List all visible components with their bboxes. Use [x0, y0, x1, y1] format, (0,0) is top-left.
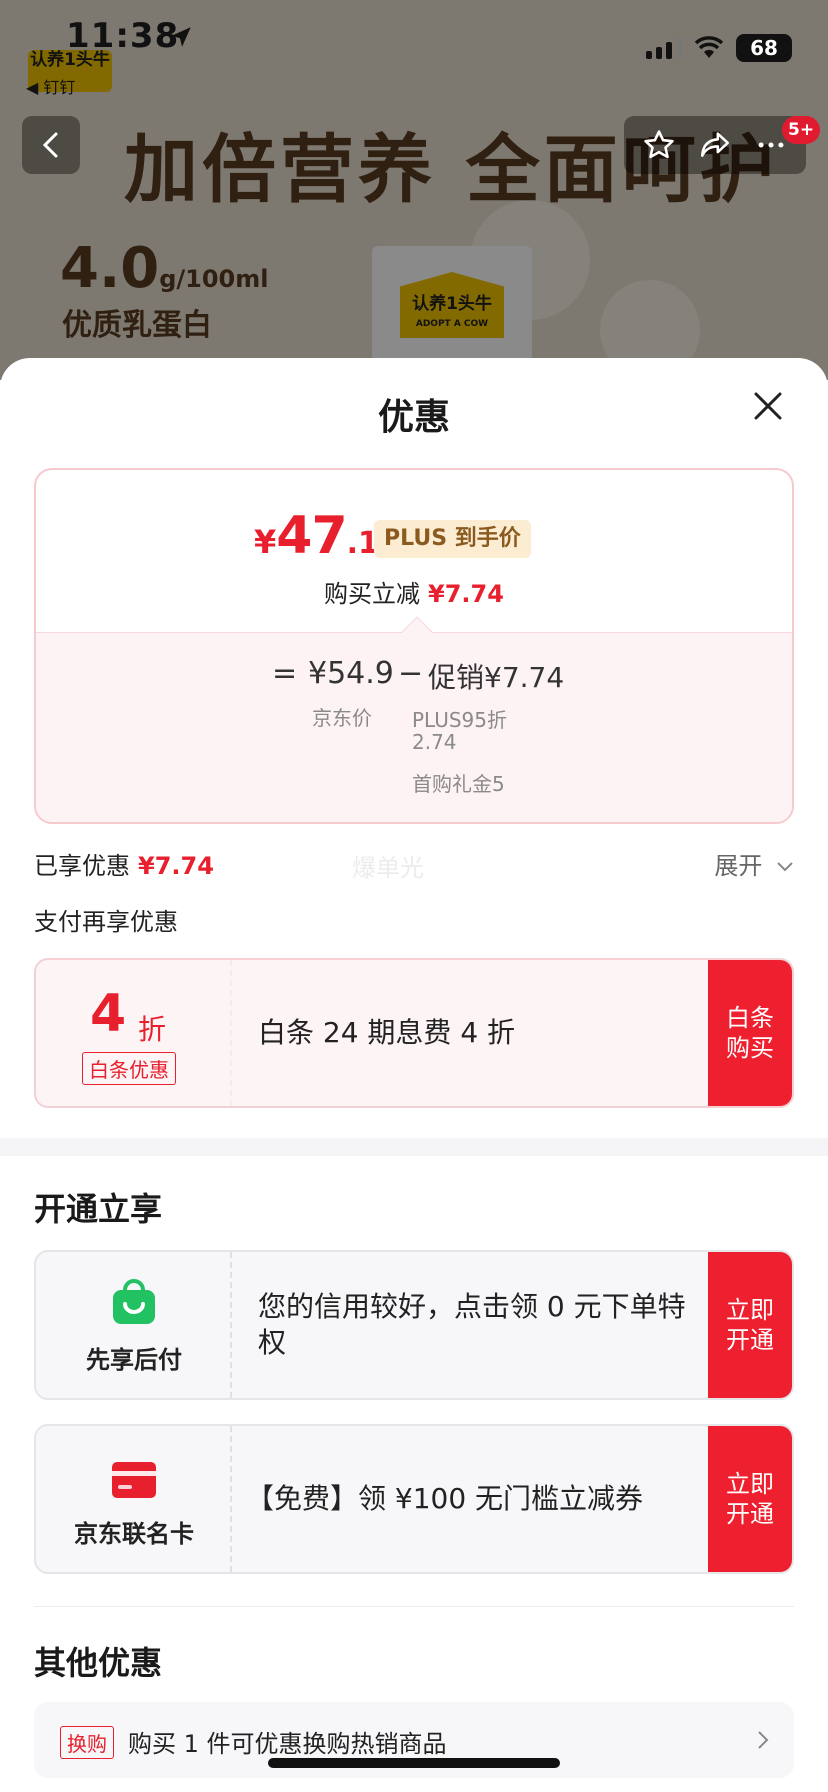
location-arrow-icon	[171, 27, 191, 47]
pay-discount-title: 支付再享优惠	[34, 908, 178, 936]
battery-icon: 68	[736, 34, 792, 62]
watermark-text: 爆单光	[352, 854, 424, 882]
minus-sign: −	[398, 656, 424, 691]
jd-card-label: 京东联名卡	[74, 1520, 194, 1548]
jd-card-offer[interactable]: 京东联名卡 【免费】领 ¥100 无门槛立减券 立即开通	[34, 1424, 794, 1574]
buy-reduce-line: 购买立减 ¥7.74	[324, 580, 504, 608]
credit-card-icon	[112, 1462, 156, 1498]
swap-tag: 换购	[60, 1726, 114, 1759]
baitiao-offer-text: 白条 24 期息费 4 折	[258, 1016, 516, 1049]
expand-toggle[interactable]: 展开	[714, 846, 794, 881]
chevron-left-icon	[42, 132, 58, 158]
jd-price-label: 京东价	[312, 706, 372, 730]
discount-sheet: 优惠 ¥47.16 PLUS 到手价 购买立减¥7.74 = ¥54.9 − 促…	[0, 358, 828, 1792]
wifi-icon	[694, 36, 724, 58]
sheet-title: 优惠	[377, 397, 450, 438]
back-to-app-link[interactable]: ◀ 钉钉	[26, 74, 75, 98]
chevron-down-icon	[777, 862, 793, 872]
status-time: 11:38	[66, 16, 180, 56]
pay-later-open-button[interactable]: 立即开通	[708, 1252, 792, 1398]
promo-detail-plus95: PLUS95折	[412, 708, 507, 732]
discount-number: 4	[90, 984, 127, 1044]
saved-discount-row: 已享优惠 ¥7.74	[34, 852, 214, 880]
open-section-title: 开通立享	[34, 1190, 163, 1228]
baitiao-tag: 白条优惠	[82, 1052, 176, 1085]
share-icon[interactable]	[697, 128, 733, 162]
promo-detail-plus95-value: 2.74	[412, 730, 457, 754]
baitiao-buy-button[interactable]: 白条购买	[708, 960, 792, 1106]
equals-sign: =	[272, 656, 298, 691]
baitiao-offer-card[interactable]: 4 折 白条优惠 白条 24 期息费 4 折 白条购买	[34, 958, 794, 1108]
section-divider	[0, 1138, 828, 1156]
star-icon[interactable]	[642, 128, 676, 162]
home-indicator[interactable]	[268, 1758, 560, 1768]
jd-card-open-button[interactable]: 立即开通	[708, 1426, 792, 1572]
nav-back-button[interactable]	[22, 116, 80, 174]
chevron-right-icon	[758, 1731, 769, 1749]
price-breakdown-card: ¥47.16 PLUS 到手价 购买立减¥7.74 = ¥54.9 − 促销¥7…	[34, 468, 794, 824]
pay-later-text: 您的信用较好，点击领 0 元下单特权	[258, 1290, 686, 1359]
jd-card-offer-text: 【免费】领 ¥100 无门槛立减券	[246, 1482, 644, 1515]
nav-actions	[624, 116, 806, 174]
signal-icon	[646, 37, 682, 59]
swap-offer-text: 购买 1 件可优惠换购热销商品	[128, 1730, 447, 1758]
other-section-title: 其他优惠	[34, 1644, 163, 1682]
pay-later-label: 先享后付	[86, 1346, 182, 1374]
plus-price-tag: PLUS 到手价	[374, 520, 531, 558]
close-icon[interactable]	[748, 386, 788, 426]
shopping-bag-icon	[113, 1279, 155, 1324]
cart-badge: 5+	[782, 116, 821, 144]
jd-price: ¥54.9	[308, 656, 394, 691]
status-icons: 68	[646, 34, 792, 62]
pay-later-card[interactable]: 先享后付 您的信用较好，点击领 0 元下单特权 立即开通	[34, 1250, 794, 1400]
promo-amount: 促销¥7.74	[428, 661, 565, 694]
promo-detail-first-gift: 首购礼金5	[412, 772, 505, 796]
discount-unit: 折	[138, 1013, 167, 1046]
